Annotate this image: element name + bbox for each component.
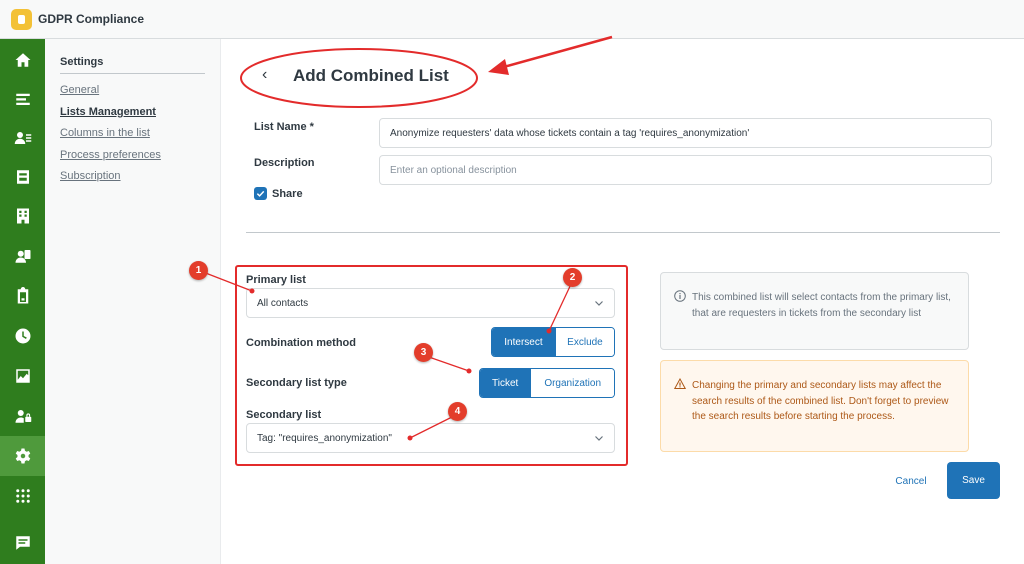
sidebar-divider xyxy=(60,73,205,74)
secondary-list-value: Tag: "requires_anonymization" xyxy=(257,432,392,444)
section-divider xyxy=(246,232,1000,233)
warning-note: Changing the primary and secondary lists… xyxy=(660,360,969,452)
clipboard-icon[interactable] xyxy=(0,276,45,316)
primary-list-select[interactable]: All contacts xyxy=(246,288,615,318)
apps-grid-icon[interactable] xyxy=(0,476,45,516)
sidebar-item-columns[interactable]: Columns in the list xyxy=(60,127,150,139)
combination-method-label: Combination method xyxy=(246,337,356,349)
warning-icon xyxy=(674,378,686,389)
settings-sidebar: Settings General Lists Management Column… xyxy=(45,39,221,564)
app-logo-icon xyxy=(11,9,32,30)
title-pointer-arrow xyxy=(488,35,613,75)
save-button[interactable]: Save xyxy=(947,462,1000,499)
app-title: GDPR Compliance xyxy=(38,12,145,26)
sidebar-heading: Settings xyxy=(60,56,104,68)
customers-icon[interactable] xyxy=(0,118,45,158)
chevron-down-icon xyxy=(595,436,603,441)
sidebar-item-lists-management[interactable]: Lists Management xyxy=(60,106,156,118)
ticket-option[interactable]: Ticket xyxy=(480,369,531,397)
reporting-icon[interactable] xyxy=(0,157,45,197)
organization-option[interactable]: Organization xyxy=(530,369,614,397)
page-title: Add Combined List xyxy=(293,66,449,85)
callout-badge-1: 1 xyxy=(189,261,208,280)
organizations-icon[interactable] xyxy=(0,196,45,236)
description-label: Description xyxy=(254,157,315,169)
share-checkbox[interactable] xyxy=(254,187,267,200)
user-lock-icon[interactable] xyxy=(0,396,45,436)
back-chevron-icon[interactable]: ‹ xyxy=(262,66,267,84)
description-input[interactable]: Enter an optional description xyxy=(379,155,992,185)
sidebar-item-general[interactable]: General xyxy=(60,84,99,96)
product-nav-rail xyxy=(0,39,45,564)
callout-badge-2: 2 xyxy=(563,268,582,287)
info-note-text: This combined list will select contacts … xyxy=(692,292,951,319)
combination-method-toggle: Intersect Exclude xyxy=(491,327,615,357)
secondary-list-label: Secondary list xyxy=(246,409,322,421)
list-name-input[interactable]: Anonymize requesters' data whose tickets… xyxy=(379,118,992,148)
primary-list-label: Primary list xyxy=(246,274,306,286)
chevron-down-icon xyxy=(595,301,603,306)
info-note: This combined list will select contacts … xyxy=(660,272,969,350)
secondary-list-type-label: Secondary list type xyxy=(246,377,347,389)
cancel-button[interactable]: Cancel xyxy=(882,472,940,490)
callout-badge-3: 3 xyxy=(414,343,433,362)
home-icon[interactable] xyxy=(0,40,45,80)
chart-icon[interactable] xyxy=(0,356,45,396)
list-name-label: List Name * xyxy=(254,121,314,133)
secondary-list-select[interactable]: Tag: "requires_anonymization" xyxy=(246,423,615,453)
warning-note-text: Changing the primary and secondary lists… xyxy=(692,380,949,422)
info-icon xyxy=(674,290,686,302)
contacts-icon[interactable] xyxy=(0,236,45,276)
secondary-list-type-toggle: Ticket Organization xyxy=(479,368,615,398)
clock-icon[interactable] xyxy=(0,316,45,356)
intersect-option[interactable]: Intersect xyxy=(492,328,555,356)
primary-list-value: All contacts xyxy=(257,297,309,309)
share-label: Share xyxy=(272,188,303,200)
callout-badge-4: 4 xyxy=(448,402,467,421)
exclude-option[interactable]: Exclude xyxy=(554,328,614,356)
views-icon[interactable] xyxy=(0,79,45,119)
sidebar-item-process-preferences[interactable]: Process preferences xyxy=(60,149,161,161)
app-header: GDPR Compliance xyxy=(0,0,1024,39)
gear-icon[interactable] xyxy=(0,436,45,476)
sidebar-item-subscription[interactable]: Subscription xyxy=(60,170,121,182)
chat-icon[interactable] xyxy=(0,523,45,563)
check-icon xyxy=(256,190,265,197)
